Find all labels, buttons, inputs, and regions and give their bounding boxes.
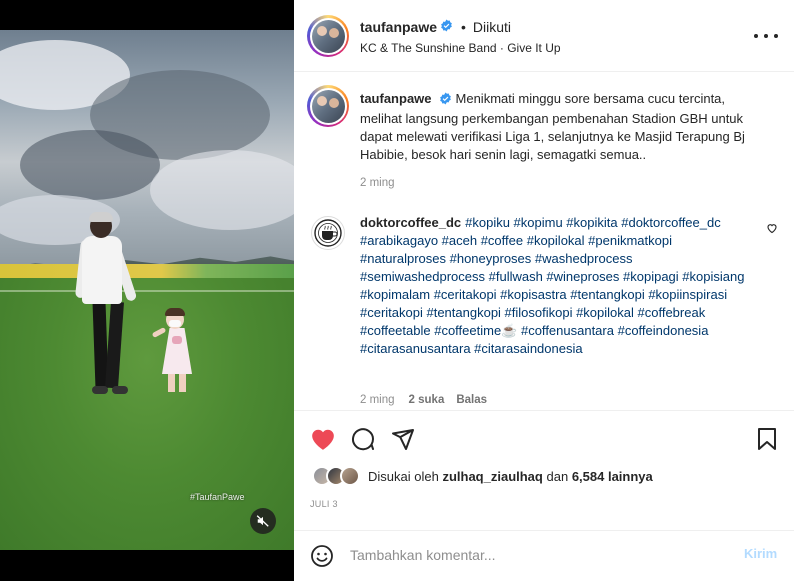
comment-meta: 2 ming 2 suka Balas — [360, 394, 487, 406]
child-hair — [165, 308, 185, 316]
post-details-panel: taufanpawe • Diikuti KC & The Sunshine B… — [294, 0, 794, 581]
author-row: taufanpawe • Diikuti — [360, 19, 511, 35]
post-actions — [294, 410, 794, 462]
liked-heart-icon[interactable] — [310, 427, 336, 451]
man-shirt — [82, 236, 122, 304]
post-date[interactable]: JULI 3 — [310, 499, 338, 509]
mute-button[interactable] — [250, 508, 276, 534]
man-shoe — [92, 386, 108, 394]
grass-field — [0, 278, 294, 550]
commenter-avatar[interactable] — [311, 216, 345, 250]
likes-summary: Disukai oleh zulhaq_ziaulhaq dan 6,584 l… — [312, 466, 653, 486]
comment-time[interactable]: 2 ming — [360, 394, 395, 406]
child-leg — [179, 372, 186, 392]
child-leg — [168, 372, 175, 392]
media-top-border — [0, 0, 294, 30]
separator-dot: • — [461, 19, 466, 35]
more-icon-dot — [774, 34, 778, 38]
add-comment-bar: Kirim — [294, 530, 794, 581]
verified-badge-icon — [439, 92, 452, 110]
media-bottom-border — [0, 550, 294, 581]
share-icon[interactable] — [391, 427, 415, 451]
author-avatar[interactable] — [307, 15, 349, 57]
more-options-button[interactable] — [754, 26, 778, 46]
reply-button[interactable]: Balas — [456, 394, 487, 406]
more-icon-dot — [764, 34, 768, 38]
comment-input[interactable] — [350, 543, 720, 567]
coffee-logo-icon — [314, 219, 342, 247]
cloud — [20, 130, 160, 200]
comment-likes[interactable]: 2 suka — [409, 394, 445, 406]
post-header: taufanpawe • Diikuti KC & The Sunshine B… — [294, 0, 794, 72]
man-shoe — [112, 386, 128, 394]
verified-badge-icon — [440, 19, 453, 35]
caption-username[interactable]: taufanpawe — [360, 91, 432, 106]
liker-username[interactable]: zulhaq_ziaulhaq — [442, 469, 542, 484]
comment-text-block: doktorcoffee_dc #kopiku #kopimu #kopikita… — [360, 214, 758, 358]
liker-avatar[interactable] — [340, 466, 360, 486]
likes-prefix: Disukai oleh — [368, 468, 439, 484]
child-dress-print — [172, 336, 182, 344]
field-line — [0, 290, 294, 292]
send-comment-button[interactable]: Kirim — [744, 546, 777, 561]
post-media[interactable]: #TaufanPawe — [0, 0, 294, 581]
like-comment-heart-icon[interactable] — [766, 222, 778, 234]
comment-icon[interactable] — [351, 427, 375, 451]
speaker-muted-icon — [256, 515, 269, 527]
video-watermark: #TaufanPawe — [190, 492, 245, 502]
caption-meta: 2 ming — [360, 177, 395, 189]
comments-list[interactable]: taufanpawe Menikmati minggu sore bersama … — [294, 72, 794, 410]
likes-conjunction: dan — [546, 468, 569, 484]
comment-text[interactable]: #kopiku #kopimu #kopikita #doktorcoffee_… — [360, 215, 744, 356]
save-bookmark-icon[interactable] — [756, 427, 778, 451]
more-icon-dot — [754, 34, 758, 38]
avatar-photo — [311, 19, 345, 53]
following-status[interactable]: Diikuti — [473, 19, 511, 35]
caption-text-block: taufanpawe Menikmati minggu sore bersama … — [360, 90, 760, 164]
audio-track[interactable]: KC & The Sunshine Band · Give It Up — [360, 41, 561, 55]
caption-time[interactable]: 2 ming — [360, 177, 395, 189]
likes-count[interactable]: 6,584 lainnya — [572, 469, 653, 484]
man-hair — [89, 212, 113, 222]
likes-text: Disukai oleh zulhaq_ziaulhaq dan 6,584 l… — [368, 469, 653, 484]
author-username[interactable]: taufanpawe — [360, 19, 437, 35]
avatar-photo — [311, 89, 345, 123]
video-frame[interactable] — [0, 30, 294, 550]
commenter-username[interactable]: doktorcoffee_dc — [360, 215, 461, 230]
emoji-icon[interactable] — [310, 544, 334, 568]
caption-avatar[interactable] — [307, 85, 349, 127]
child-mask — [169, 320, 181, 327]
